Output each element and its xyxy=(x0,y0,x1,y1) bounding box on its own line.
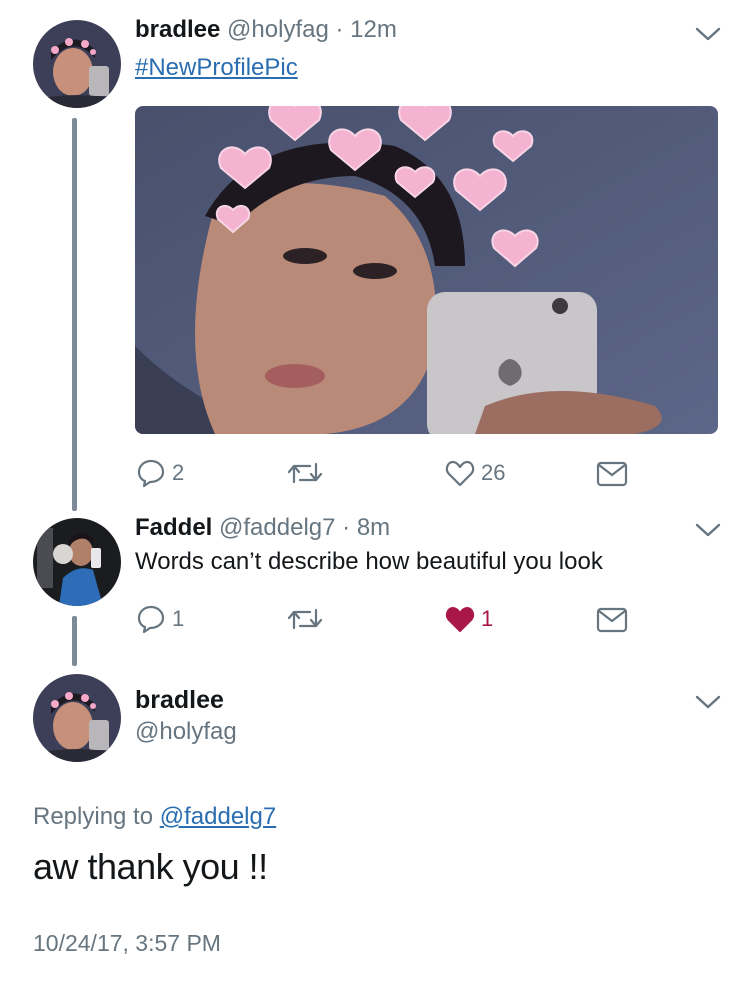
reply-button[interactable]: 2 xyxy=(136,458,184,488)
author-name[interactable]: bradlee xyxy=(135,16,220,43)
separator-dot: · xyxy=(335,16,344,43)
tweet-photo[interactable] xyxy=(135,106,718,434)
tweet-time[interactable]: 8m xyxy=(357,514,390,541)
thread-line xyxy=(72,118,77,511)
avatar-faddel[interactable] xyxy=(33,518,121,606)
like-count: 1 xyxy=(481,606,494,631)
heart-filled-icon xyxy=(445,607,475,632)
author-handle[interactable]: @holyfag xyxy=(135,718,237,746)
hashtag-link[interactable]: #NewProfilePic xyxy=(135,54,298,82)
chevron-down-icon[interactable] xyxy=(695,522,721,538)
tweet-timestamp: 10/24/17, 3:57 PM xyxy=(33,930,221,956)
retweet-icon xyxy=(287,608,323,630)
dm-button[interactable] xyxy=(596,606,628,634)
retweet-button[interactable] xyxy=(286,604,330,634)
avatar-bradlee[interactable] xyxy=(33,20,121,108)
thread-line xyxy=(72,616,77,666)
like-button[interactable]: 26 xyxy=(445,458,505,488)
author-name[interactable]: Faddel xyxy=(135,514,212,541)
reply-count: 1 xyxy=(172,606,185,631)
reply-icon xyxy=(137,605,165,634)
reply-button[interactable]: 1 xyxy=(136,604,184,634)
retweet-icon xyxy=(287,462,323,484)
chevron-down-icon[interactable] xyxy=(695,694,721,710)
mention-link[interactable]: @faddelg7 xyxy=(160,803,276,830)
dm-icon xyxy=(596,461,628,487)
author-name[interactable]: bradlee xyxy=(135,686,224,715)
chevron-down-icon[interactable] xyxy=(695,26,721,42)
tweet-time[interactable]: 12m xyxy=(350,16,397,43)
retweet-button[interactable] xyxy=(286,458,330,488)
heart-icon xyxy=(445,460,475,487)
author-handle[interactable]: @holyfag xyxy=(227,16,329,43)
dm-button[interactable] xyxy=(596,460,628,488)
tweet-text: Words can’t describe how beautiful you l… xyxy=(135,548,603,575)
like-count: 26 xyxy=(481,460,506,485)
reply-icon xyxy=(137,459,165,488)
tweet-text: aw thank you !! xyxy=(33,846,268,887)
separator-dot: · xyxy=(342,514,351,541)
author-handle[interactable]: @faddelg7 xyxy=(219,514,335,541)
tweet-header: Faddel @faddelg7 · 8m xyxy=(135,514,390,542)
reply-count: 2 xyxy=(172,460,185,485)
like-button-active[interactable]: 1 xyxy=(445,604,493,634)
replying-prefix: Replying to xyxy=(33,803,160,830)
avatar-bradlee[interactable] xyxy=(33,674,121,762)
tweet-header: bradlee @holyfag · 12m xyxy=(135,16,397,44)
dm-icon xyxy=(596,607,628,633)
replying-to-line: Replying to @faddelg7 xyxy=(33,803,276,831)
